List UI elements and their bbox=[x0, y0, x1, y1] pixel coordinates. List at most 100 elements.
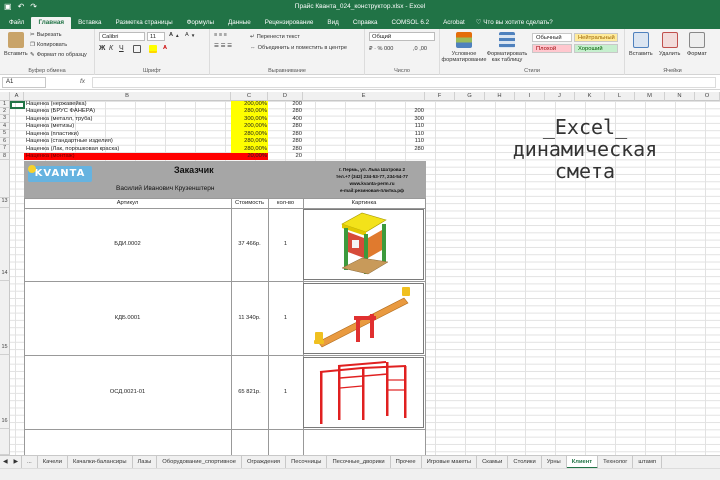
markup-label[interactable]: Наценка (БРУС ФАНЕРА) bbox=[26, 108, 231, 115]
item-article[interactable]: БДИ.0002 bbox=[24, 241, 231, 248]
tab-help[interactable]: Справка bbox=[346, 17, 385, 29]
row-header[interactable]: 15 bbox=[0, 281, 10, 355]
sheet-tab-active[interactable]: Клиент bbox=[566, 455, 599, 469]
markup-label-highlighted[interactable]: Наценка (монтаж) bbox=[24, 153, 231, 160]
row-header[interactable]: 14 bbox=[0, 208, 10, 281]
column-header[interactable]: D bbox=[268, 92, 303, 101]
item-article[interactable]: КДБ.0001 bbox=[24, 315, 231, 322]
markup-percent[interactable]: 20,00% bbox=[231, 153, 268, 160]
bold-button[interactable]: Ж bbox=[99, 45, 105, 52]
format-cells-button[interactable]: Формат bbox=[687, 32, 707, 57]
align-left-button[interactable]: ☰ ☰ ☰ bbox=[214, 43, 232, 49]
column-header[interactable]: I bbox=[515, 92, 545, 101]
tab-comsol[interactable]: COMSOL 6.2 bbox=[385, 17, 437, 29]
markup-percent[interactable]: 280,00% bbox=[231, 131, 267, 138]
style-normal[interactable]: Обычный bbox=[532, 33, 572, 42]
markup-label[interactable]: Наценка (металл, труба) bbox=[26, 116, 231, 123]
markup-percent[interactable]: 300,00% bbox=[231, 116, 267, 123]
item-qty[interactable]: 1 bbox=[268, 241, 303, 248]
item-article[interactable]: ОСД.0021-01 bbox=[24, 389, 231, 396]
sheet-tab[interactable]: Оборудование_спортивное bbox=[157, 455, 242, 469]
number-format-select[interactable]: Общий bbox=[369, 32, 435, 41]
product-image-monkey-bars[interactable] bbox=[303, 357, 424, 428]
column-header[interactable]: M bbox=[635, 92, 665, 101]
decimal-buttons[interactable]: ,0 ,00 bbox=[413, 46, 427, 52]
column-header[interactable]: J bbox=[545, 92, 575, 101]
wrap-text-button[interactable]: ↵ Перенести текст bbox=[250, 34, 300, 40]
markup-percent[interactable]: 200,00% bbox=[231, 101, 267, 108]
sheet-tab[interactable]: Качалки-балансиры bbox=[68, 455, 133, 469]
row-header[interactable]: 16 bbox=[0, 355, 10, 429]
font-size-select[interactable]: 11 bbox=[147, 32, 165, 41]
column-header[interactable]: N bbox=[665, 92, 695, 101]
active-cell[interactable] bbox=[10, 101, 25, 109]
sheet-tab[interactable]: Качели bbox=[38, 455, 68, 469]
e-value[interactable]: 110 bbox=[303, 131, 424, 138]
row-header-merged[interactable] bbox=[0, 160, 10, 198]
column-header[interactable]: G bbox=[455, 92, 485, 101]
markup-label[interactable]: Наценка (метизы) bbox=[26, 123, 231, 130]
shrink-font-button[interactable]: A ▼ bbox=[185, 32, 195, 38]
align-top-button[interactable]: ≡ ≡ ≡ bbox=[214, 32, 227, 38]
tab-formulas[interactable]: Формулы bbox=[180, 17, 221, 29]
tab-insert[interactable]: Вставка bbox=[71, 17, 108, 29]
sheet-tab[interactable]: Ограждения bbox=[242, 455, 287, 469]
paste-button[interactable]: Вставить bbox=[4, 32, 28, 57]
markup-percent[interactable]: 280,00% bbox=[231, 146, 267, 153]
item-qty[interactable]: 1 bbox=[268, 315, 303, 322]
item-qty[interactable]: 1 bbox=[268, 389, 303, 396]
column-header[interactable]: K bbox=[575, 92, 605, 101]
fill-color-button[interactable] bbox=[149, 45, 157, 53]
sheet-tab[interactable]: Столики bbox=[508, 455, 542, 469]
fx-icon[interactable]: fx bbox=[80, 78, 85, 85]
tab-home[interactable]: Главная bbox=[31, 17, 72, 29]
e-value[interactable]: 280 bbox=[303, 146, 424, 153]
sheet-tab[interactable]: Игровые макеты bbox=[422, 455, 478, 469]
tab-data[interactable]: Данные bbox=[221, 17, 258, 29]
delete-cells-button[interactable]: Удалить bbox=[659, 32, 680, 57]
format-as-table-button[interactable]: Форматировать как таблицу bbox=[486, 32, 528, 63]
column-header[interactable]: O bbox=[695, 92, 720, 101]
column-header[interactable]: E bbox=[303, 92, 425, 101]
sheet-tab[interactable]: Песочницы bbox=[286, 455, 328, 469]
d-value[interactable]: 280 bbox=[268, 123, 302, 130]
e-value[interactable]: 110 bbox=[303, 123, 424, 130]
customer-name[interactable]: Василий Иванович Крузенштерн bbox=[116, 185, 214, 192]
style-bad[interactable]: Плохой bbox=[532, 44, 572, 53]
markup-percent[interactable]: 280,00% bbox=[231, 108, 267, 115]
tab-page-layout[interactable]: Разметка страницы bbox=[109, 17, 180, 29]
font-name-select[interactable]: Calibri bbox=[99, 32, 145, 41]
tab-review[interactable]: Рецензирование bbox=[258, 17, 321, 29]
select-all-corner[interactable] bbox=[0, 92, 10, 101]
grow-font-button[interactable]: A ▲ bbox=[169, 32, 180, 38]
e-value[interactable]: 300 bbox=[303, 116, 424, 123]
sheet-tab[interactable]: Урны bbox=[542, 455, 567, 469]
row-header[interactable]: 6 bbox=[0, 138, 10, 145]
row-header[interactable]: 2 bbox=[0, 108, 10, 115]
d-value[interactable]: 20 bbox=[268, 153, 302, 160]
sheet-tab[interactable]: Песочные_дворики bbox=[327, 455, 391, 469]
e-value[interactable]: 200 bbox=[303, 108, 424, 115]
row-header[interactable]: 3 bbox=[0, 115, 10, 123]
column-header[interactable]: H bbox=[485, 92, 515, 101]
column-header[interactable]: A bbox=[10, 92, 24, 101]
d-value[interactable]: 280 bbox=[268, 108, 302, 115]
e-value[interactable]: 110 bbox=[303, 138, 424, 145]
row-header[interactable]: 8 bbox=[0, 153, 10, 160]
sheet-tab[interactable]: штамп bbox=[633, 455, 662, 469]
scroll-right-icon[interactable]: ▶ bbox=[10, 455, 22, 469]
product-image-playhouse[interactable] bbox=[303, 209, 424, 280]
merge-center-button[interactable]: ⇔ Объединить и поместить в центре bbox=[250, 45, 347, 51]
sheet-tab[interactable]: Прочее bbox=[391, 455, 422, 469]
markup-label[interactable]: Наценка (пластики) bbox=[26, 131, 231, 138]
font-color-button[interactable]: A bbox=[163, 45, 167, 51]
row-header[interactable] bbox=[0, 429, 10, 455]
row-header[interactable]: 4 bbox=[0, 123, 10, 130]
style-neutral[interactable]: Нейтральный bbox=[574, 33, 618, 42]
markup-label[interactable]: Наценка (нержавейка) bbox=[26, 101, 231, 108]
currency-button[interactable]: ₽ · % 000 bbox=[369, 46, 393, 52]
d-value[interactable]: 280 bbox=[268, 131, 302, 138]
cut-button[interactable]: ✂ Вырезать bbox=[30, 32, 62, 38]
column-header[interactable]: L bbox=[605, 92, 635, 101]
sheet-tab[interactable]: ... bbox=[22, 455, 38, 469]
